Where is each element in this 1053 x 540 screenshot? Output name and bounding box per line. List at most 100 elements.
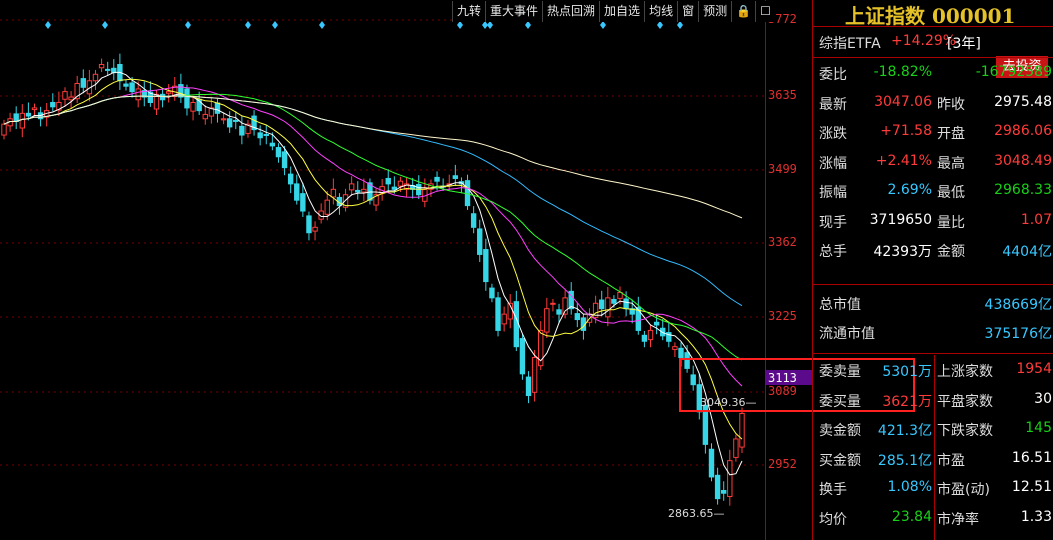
candle-body <box>434 176 440 182</box>
field-label: 卖金额 <box>819 423 861 439</box>
candle-body <box>519 338 526 375</box>
toolbar-item-0[interactable]: 九转 <box>452 1 486 22</box>
event-marker-icon <box>319 21 325 29</box>
toolbar-item-4[interactable]: 均线 <box>644 1 678 22</box>
event-marker-icon <box>272 21 278 29</box>
field-label: 涨幅 <box>819 155 847 172</box>
candle-body <box>733 438 739 458</box>
field-value: -18.82% <box>873 64 932 80</box>
candle-body <box>281 151 288 169</box>
ma-line-ma5 <box>3 71 743 476</box>
event-marker-icon <box>185 21 191 29</box>
candle-body <box>233 119 239 122</box>
field-label: 最高 <box>937 155 965 172</box>
y-tick-label: 3635 <box>768 88 797 102</box>
field-value: 1954 <box>1016 361 1052 377</box>
field-value: 3719650 <box>869 211 932 228</box>
candle-body <box>13 113 19 122</box>
field-value: +71.58 <box>880 123 932 139</box>
field-label: 上涨家数 <box>937 364 993 380</box>
y-tick-label: 3499 <box>768 162 797 176</box>
toolbar-item-6[interactable]: 预测 <box>698 1 732 22</box>
candle-body <box>355 189 361 193</box>
ma-line-ma30 <box>3 93 743 361</box>
candle-body <box>19 112 25 129</box>
candle-body <box>641 334 648 342</box>
candle-body <box>721 490 727 494</box>
field-value: 3048.49 <box>994 152 1052 169</box>
candle-body <box>647 329 654 341</box>
candle-body <box>678 347 684 359</box>
field-label: 委比 <box>819 67 847 83</box>
candle-body <box>550 302 556 305</box>
etf-period: [3年] <box>947 36 981 52</box>
field-value: 2968.33 <box>994 182 1052 198</box>
field-value: 2.69% <box>887 182 932 198</box>
quote-row: 委买量 3621万 平盘家数 30 <box>813 385 1053 414</box>
field-label: 现手 <box>819 214 847 231</box>
candle-body <box>483 249 489 283</box>
candle-body <box>477 228 483 255</box>
toolbar-item-7[interactable]: 🔒 <box>731 1 756 22</box>
candle-body <box>104 68 111 71</box>
candle-body <box>531 357 538 393</box>
field-label: 流通市值 <box>819 326 875 342</box>
event-marker-icon <box>45 21 51 29</box>
toolbar-item-5[interactable]: 窗 <box>677 1 699 22</box>
candle-body <box>391 186 398 190</box>
candle-body <box>348 183 355 191</box>
toolbar-item-3[interactable]: 加自选 <box>599 1 645 22</box>
toolbar-item-2[interactable]: 热点回溯 <box>542 1 600 22</box>
low-price-label: 2863.65— <box>668 507 725 520</box>
field-value: 285.1亿 <box>877 452 932 469</box>
candle-body <box>385 177 391 185</box>
toolbar-item-8[interactable]: ☐ <box>755 1 775 22</box>
field-value: 12.51 <box>1011 479 1052 495</box>
field-value: 1.08% <box>887 479 932 495</box>
toolbar-item-1[interactable]: 重大事件 <box>485 1 543 22</box>
candle-body <box>513 301 520 348</box>
field-value: 3047.06 <box>874 93 932 110</box>
field-label: 平盘家数 <box>937 393 993 410</box>
etf-label: 综指ETFA <box>819 36 881 52</box>
quote-row: 委比 -18.82% -16792589 <box>813 58 1053 87</box>
quote-panel: 上证指数 000001 综指ETFA +14.29% [3年] 去投资 委比 -1… <box>812 0 1053 540</box>
event-marker-icon <box>525 21 531 29</box>
candle-body <box>257 132 263 139</box>
candle-body <box>300 193 306 212</box>
field-value: 5301万 <box>882 364 932 380</box>
field-label: 均价 <box>819 511 847 528</box>
etf-row[interactable]: 综指ETFA +14.29% [3年] 去投资 <box>813 27 1053 78</box>
field-label: 市盈(动) <box>937 482 990 498</box>
field-value: 42393万 <box>873 244 932 260</box>
candle-body <box>263 134 269 137</box>
field-label: 换手 <box>819 482 847 498</box>
field-label: 最低 <box>937 185 965 201</box>
quote-row: 买金额 285.1亿 市盈 16.51 <box>813 444 1053 473</box>
quote-row: 委卖量 5301万 上涨家数 1954 <box>813 355 1053 384</box>
event-marker-icon <box>245 21 251 29</box>
field-label: 委卖量 <box>819 364 861 380</box>
candle-body <box>269 142 276 147</box>
quote-row: 卖金额 421.3亿 下跌家数 145 <box>813 414 1053 443</box>
candlestick-chart[interactable]: 3049.36—2863.65— <box>0 0 765 540</box>
field-value: +2.41% <box>875 152 932 169</box>
field-value: 421.3亿 <box>877 423 932 439</box>
quote-row: 换手 1.08% 市盈(动) 12.51 <box>813 473 1053 502</box>
market-cap-row: 总市值 438669亿 <box>813 288 1053 317</box>
field-label: 金额 <box>937 244 965 260</box>
quote-row: 涨幅 +2.41% 最高 3048.49 <box>813 147 1053 176</box>
quote-row: 均价 23.84 市净率 1.33 <box>813 503 1053 532</box>
field-label: 振幅 <box>819 185 847 201</box>
candle-body <box>190 101 196 112</box>
candle-body <box>452 175 459 179</box>
event-marker-icon <box>487 21 493 29</box>
field-label: 市盈 <box>937 452 965 469</box>
candle-body <box>98 64 105 69</box>
field-label: 市净率 <box>937 511 979 528</box>
candle-body <box>330 188 337 198</box>
candle-body <box>294 183 300 201</box>
candle-body <box>226 118 233 128</box>
quote-row: 振幅 2.69% 最低 2968.33 <box>813 176 1053 205</box>
candle-body <box>275 147 282 158</box>
